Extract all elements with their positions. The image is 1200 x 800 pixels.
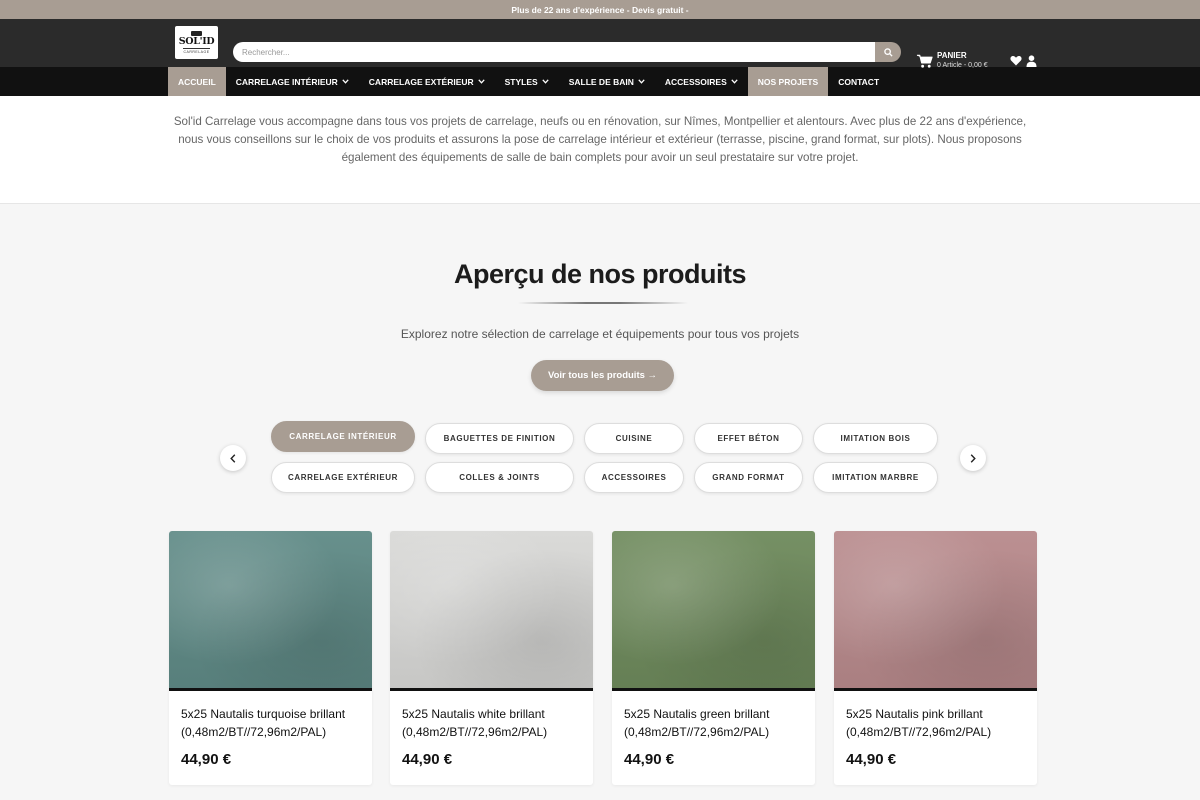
chevron-down-icon: [342, 79, 349, 84]
product-card[interactable]: 5x25 Nautalis white brillant (0,48m2/BT/…: [390, 531, 593, 785]
heart-icon[interactable]: [1010, 55, 1022, 66]
chevron-down-icon: [542, 79, 549, 84]
main-nav: ACCUEIL CARRELAGE INTÉRIEUR CARRELAGE EX…: [0, 67, 1200, 96]
chevron-right-icon: [970, 453, 976, 463]
category-chip-carrelage-interieur[interactable]: CARRELAGE INTÉRIEUR: [271, 421, 415, 452]
product-price: 44,90 €: [846, 751, 897, 768]
nav-item-accueil[interactable]: ACCUEIL: [168, 67, 226, 96]
title-divider: [518, 302, 688, 304]
product-image[interactable]: [390, 531, 593, 688]
product-name[interactable]: 5x25 Nautalis white brillant (0,48m2/BT/…: [390, 691, 593, 741]
product-image[interactable]: [612, 531, 815, 688]
section-title: Aperçu de nos produits: [453, 259, 747, 289]
intro-text: Sol'id Carrelage vous accompagne dans to…: [173, 115, 1027, 164]
category-chip-imitation-marbre[interactable]: IMITATION MARBRE: [813, 462, 938, 493]
nav-item-salle-de-bain[interactable]: SALLE DE BAIN: [559, 67, 655, 96]
intro-section: Sol'id Carrelage vous accompagne dans to…: [0, 96, 1200, 204]
nav-item-carrelage-exterieur[interactable]: CARRELAGE EXTÉRIEUR: [359, 67, 495, 96]
product-price: 44,90 €: [181, 751, 232, 768]
nav-item-accessoires[interactable]: ACCESSOIRES: [655, 67, 748, 96]
category-chip-baguettes-de-finition[interactable]: BAGUETTES DE FINITION: [425, 423, 574, 454]
chevron-left-icon: [230, 453, 236, 463]
product-name[interactable]: 5x25 Nautalis green brillant (0,48m2/BT/…: [612, 691, 815, 741]
product-price: 44,90 €: [624, 751, 675, 768]
category-chip-imitation-bois[interactable]: IMITATION BOIS: [813, 423, 938, 454]
announcement-text: Plus de 22 ans d'expérience - Devis grat…: [511, 4, 689, 15]
nav-item-contact[interactable]: CONTACT: [828, 67, 889, 96]
product-name[interactable]: 5x25 Nautalis turquoise brillant (0,48m2…: [169, 691, 372, 741]
product-image[interactable]: [834, 531, 1037, 688]
section-subtitle: Explorez notre sélection de carrelage et…: [400, 327, 800, 341]
category-chip-cuisine[interactable]: CUISINE: [584, 423, 684, 454]
cart-summary: 0 Article - 0,00 €: [937, 62, 988, 69]
chevron-down-icon: [638, 79, 645, 84]
search-input[interactable]: [233, 42, 875, 62]
category-chip-colles-joints[interactable]: COLLES & JOINTS: [425, 462, 574, 493]
category-chip-grand-format[interactable]: GRAND FORMAT: [694, 462, 803, 493]
nav-item-nos-projets[interactable]: NOS PROJETS: [747, 67, 829, 96]
search-bar: [233, 42, 901, 62]
search-icon: [883, 47, 893, 57]
chevron-down-icon: [477, 79, 485, 84]
logo-text: SOL'ID: [178, 36, 215, 47]
chevron-down-icon: [731, 79, 738, 84]
product-price: 44,90 €: [402, 751, 453, 768]
product-image[interactable]: [169, 531, 372, 688]
category-chip-accessoires[interactable]: ACCESSOIRES: [584, 462, 684, 493]
cart-icon: [916, 54, 933, 68]
product-card[interactable]: 5x25 Nautalis green brillant (0,48m2/BT/…: [612, 531, 815, 785]
logo-subtext: CARRELAGE: [183, 48, 210, 54]
product-card[interactable]: 5x25 Nautalis pink brillant (0,48m2/BT//…: [834, 531, 1037, 785]
view-all-products-button[interactable]: Voir tous les produits →: [531, 360, 674, 391]
announcement-bar: Plus de 22 ans d'expérience - Devis grat…: [0, 0, 1200, 19]
nav-item-styles[interactable]: STYLES: [495, 67, 559, 96]
carousel-prev-button[interactable]: [220, 445, 246, 471]
carousel-next-button[interactable]: [960, 445, 986, 471]
cart-label: PANIER: [937, 51, 967, 60]
category-chip-carrelage-exterieur[interactable]: CARRELAGE EXTÉRIEUR: [271, 462, 415, 493]
product-name[interactable]: 5x25 Nautalis pink brillant (0,48m2/BT//…: [834, 691, 1037, 741]
category-chip-effet-beton[interactable]: EFFET BÉTON: [694, 423, 803, 454]
site-header: SOL'ID CARRELAGE PANIER 0 Article - 0,00…: [0, 19, 1200, 69]
nav-item-carrelage-interieur[interactable]: CARRELAGE INTÉRIEUR: [226, 67, 359, 96]
cart-widget[interactable]: PANIER 0 Article - 0,00 €: [916, 50, 1001, 72]
site-logo[interactable]: SOL'ID CARRELAGE: [175, 26, 218, 59]
search-button[interactable]: [875, 42, 901, 62]
product-card[interactable]: 5x25 Nautalis turquoise brillant (0,48m2…: [169, 531, 372, 785]
user-icon[interactable]: [1026, 55, 1037, 67]
